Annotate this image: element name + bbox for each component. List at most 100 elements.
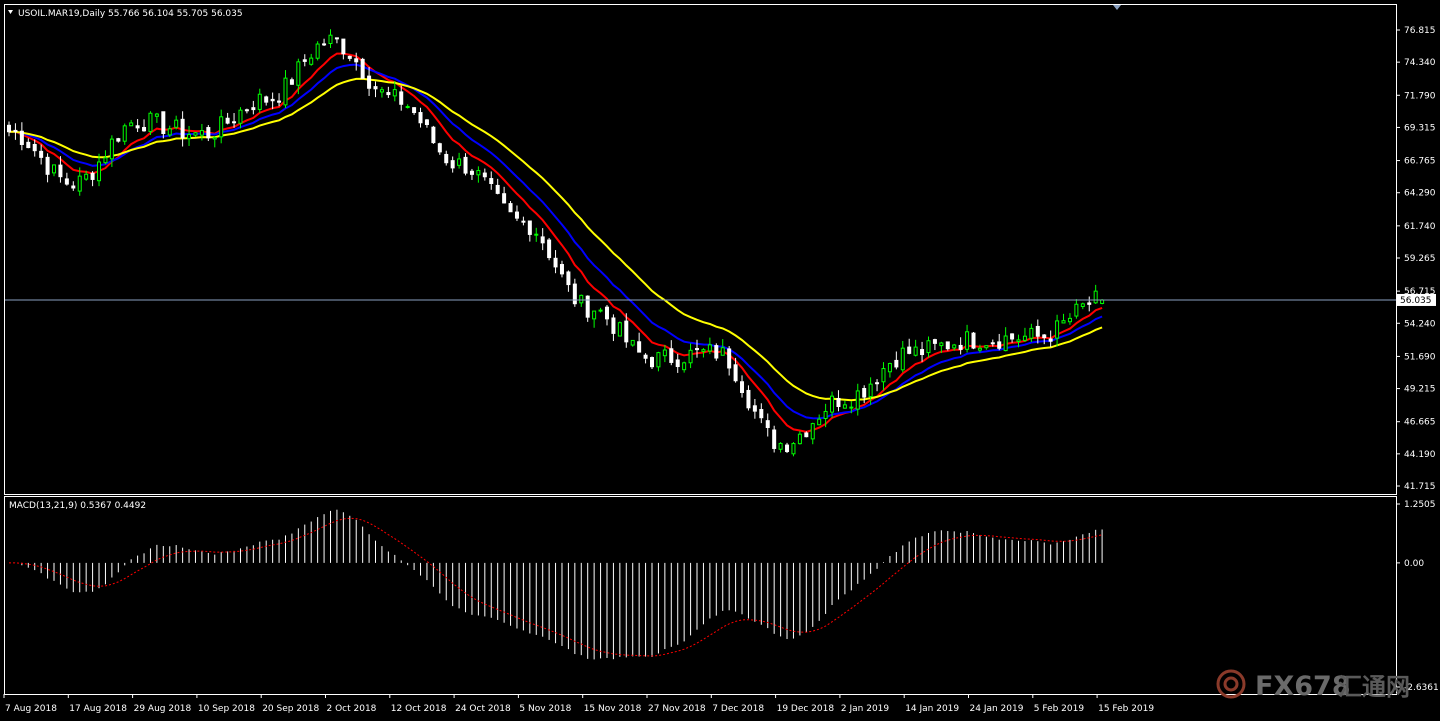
candle-body — [592, 310, 597, 320]
candle-body — [161, 111, 166, 135]
candle-body — [752, 405, 757, 412]
candle-body — [167, 128, 172, 136]
time-tick-label: 24 Jan 2019 — [970, 704, 1024, 714]
candle-body — [1093, 290, 1098, 304]
watermark-latin: FX678 — [1255, 671, 1351, 702]
candle-body — [1029, 327, 1034, 339]
macd-header: MACD(13,21,9) 0.5367 0.4492 — [9, 501, 146, 511]
candle-body — [643, 354, 648, 359]
candle-body — [971, 332, 976, 349]
candle-body — [444, 153, 449, 164]
candle-body — [322, 43, 327, 46]
candle-body — [759, 409, 764, 419]
candle-body — [148, 112, 153, 132]
candle-body — [19, 130, 24, 145]
candle-body — [315, 43, 320, 59]
candle-body — [283, 77, 288, 106]
candle-body — [534, 233, 539, 236]
chart-shift-marker-icon[interactable] — [1113, 5, 1121, 10]
candle-body — [984, 345, 989, 349]
candle-body — [142, 127, 147, 132]
candle-body — [785, 444, 790, 453]
time-tick-label: 15 Feb 2019 — [1098, 704, 1154, 714]
candle-body — [733, 364, 738, 382]
candle-body — [386, 92, 391, 96]
macd-axis: 1.25050.00-2.6361 — [1396, 500, 1439, 693]
candle-body — [868, 383, 873, 398]
candle-body — [399, 91, 404, 105]
candle-body — [939, 342, 944, 347]
time-tick-label: 2 Oct 2018 — [327, 704, 377, 714]
candle-body — [1055, 320, 1060, 339]
chart-window[interactable]: 76.815 74.340 71.790 69.315 66.765 64.290 61.7… — [0, 0, 1440, 721]
candle-body — [907, 346, 912, 354]
candle-body — [669, 348, 674, 363]
candle-body — [405, 106, 410, 109]
candle-body — [508, 203, 513, 213]
candle-body — [26, 141, 31, 149]
candle-body — [309, 57, 314, 65]
price-tick-label: 59.265 — [1404, 254, 1436, 264]
candle-body — [714, 345, 719, 359]
candle-body — [527, 220, 532, 235]
candle-body — [977, 347, 982, 351]
moving-averages — [9, 52, 1103, 433]
candle-body — [894, 359, 899, 368]
candle-body — [52, 164, 57, 174]
candle-body — [495, 184, 500, 194]
candle-body — [476, 170, 481, 176]
candle-body — [238, 109, 243, 124]
candle-body — [727, 348, 732, 369]
current-price-label: 56.035 — [1400, 296, 1432, 306]
candle-body — [695, 348, 700, 351]
time-tick-label: 10 Sep 2018 — [198, 704, 255, 714]
candle-body — [1080, 303, 1085, 307]
candle-body — [624, 320, 629, 343]
candle-body — [637, 341, 642, 353]
candle-body — [817, 418, 822, 426]
candle-body — [598, 309, 603, 312]
candle-body — [617, 322, 622, 337]
candle-body — [920, 349, 925, 356]
watermark-cjk: 汇通网 — [1338, 673, 1410, 701]
candle-body — [7, 124, 11, 133]
candle-body — [379, 89, 384, 93]
candle-body — [514, 211, 519, 219]
candle-body — [129, 122, 134, 127]
candle-body — [881, 368, 886, 383]
candle-body — [64, 178, 69, 185]
candle-body — [296, 61, 301, 86]
candle-body — [450, 160, 455, 169]
macd-tick-label: 0.00 — [1404, 559, 1424, 569]
candle-body — [862, 388, 867, 398]
candle-body — [97, 161, 102, 182]
candle-body — [675, 359, 680, 368]
candle-body — [945, 341, 950, 350]
candle-body — [116, 138, 121, 142]
candle-body — [791, 443, 796, 455]
candle-body — [1048, 338, 1053, 342]
price-tick-label: 66.765 — [1404, 157, 1436, 167]
candle-body — [502, 193, 507, 204]
main-panel-frame — [4, 4, 1397, 495]
candle-body — [926, 340, 931, 354]
candle-body — [540, 236, 545, 244]
ma-fast-line — [9, 52, 1103, 433]
price-tick-label: 69.315 — [1404, 123, 1436, 133]
candle-body — [457, 158, 462, 166]
candle-body — [772, 429, 777, 449]
price-tick-label: 49.215 — [1404, 385, 1436, 395]
candle-body — [990, 342, 995, 345]
symbol-menu-triangle-icon[interactable] — [8, 10, 13, 14]
candle-body — [720, 347, 725, 356]
candle-body — [482, 172, 487, 178]
candle-body — [289, 79, 294, 85]
candle-body — [437, 143, 442, 153]
candle-body — [199, 130, 204, 136]
candle-body — [135, 125, 140, 129]
price-tick-label: 74.340 — [1404, 58, 1436, 68]
candle-body — [232, 121, 237, 124]
candle-body — [1016, 339, 1021, 342]
candle-body — [58, 164, 63, 178]
time-tick-label: 7 Aug 2018 — [5, 704, 57, 714]
